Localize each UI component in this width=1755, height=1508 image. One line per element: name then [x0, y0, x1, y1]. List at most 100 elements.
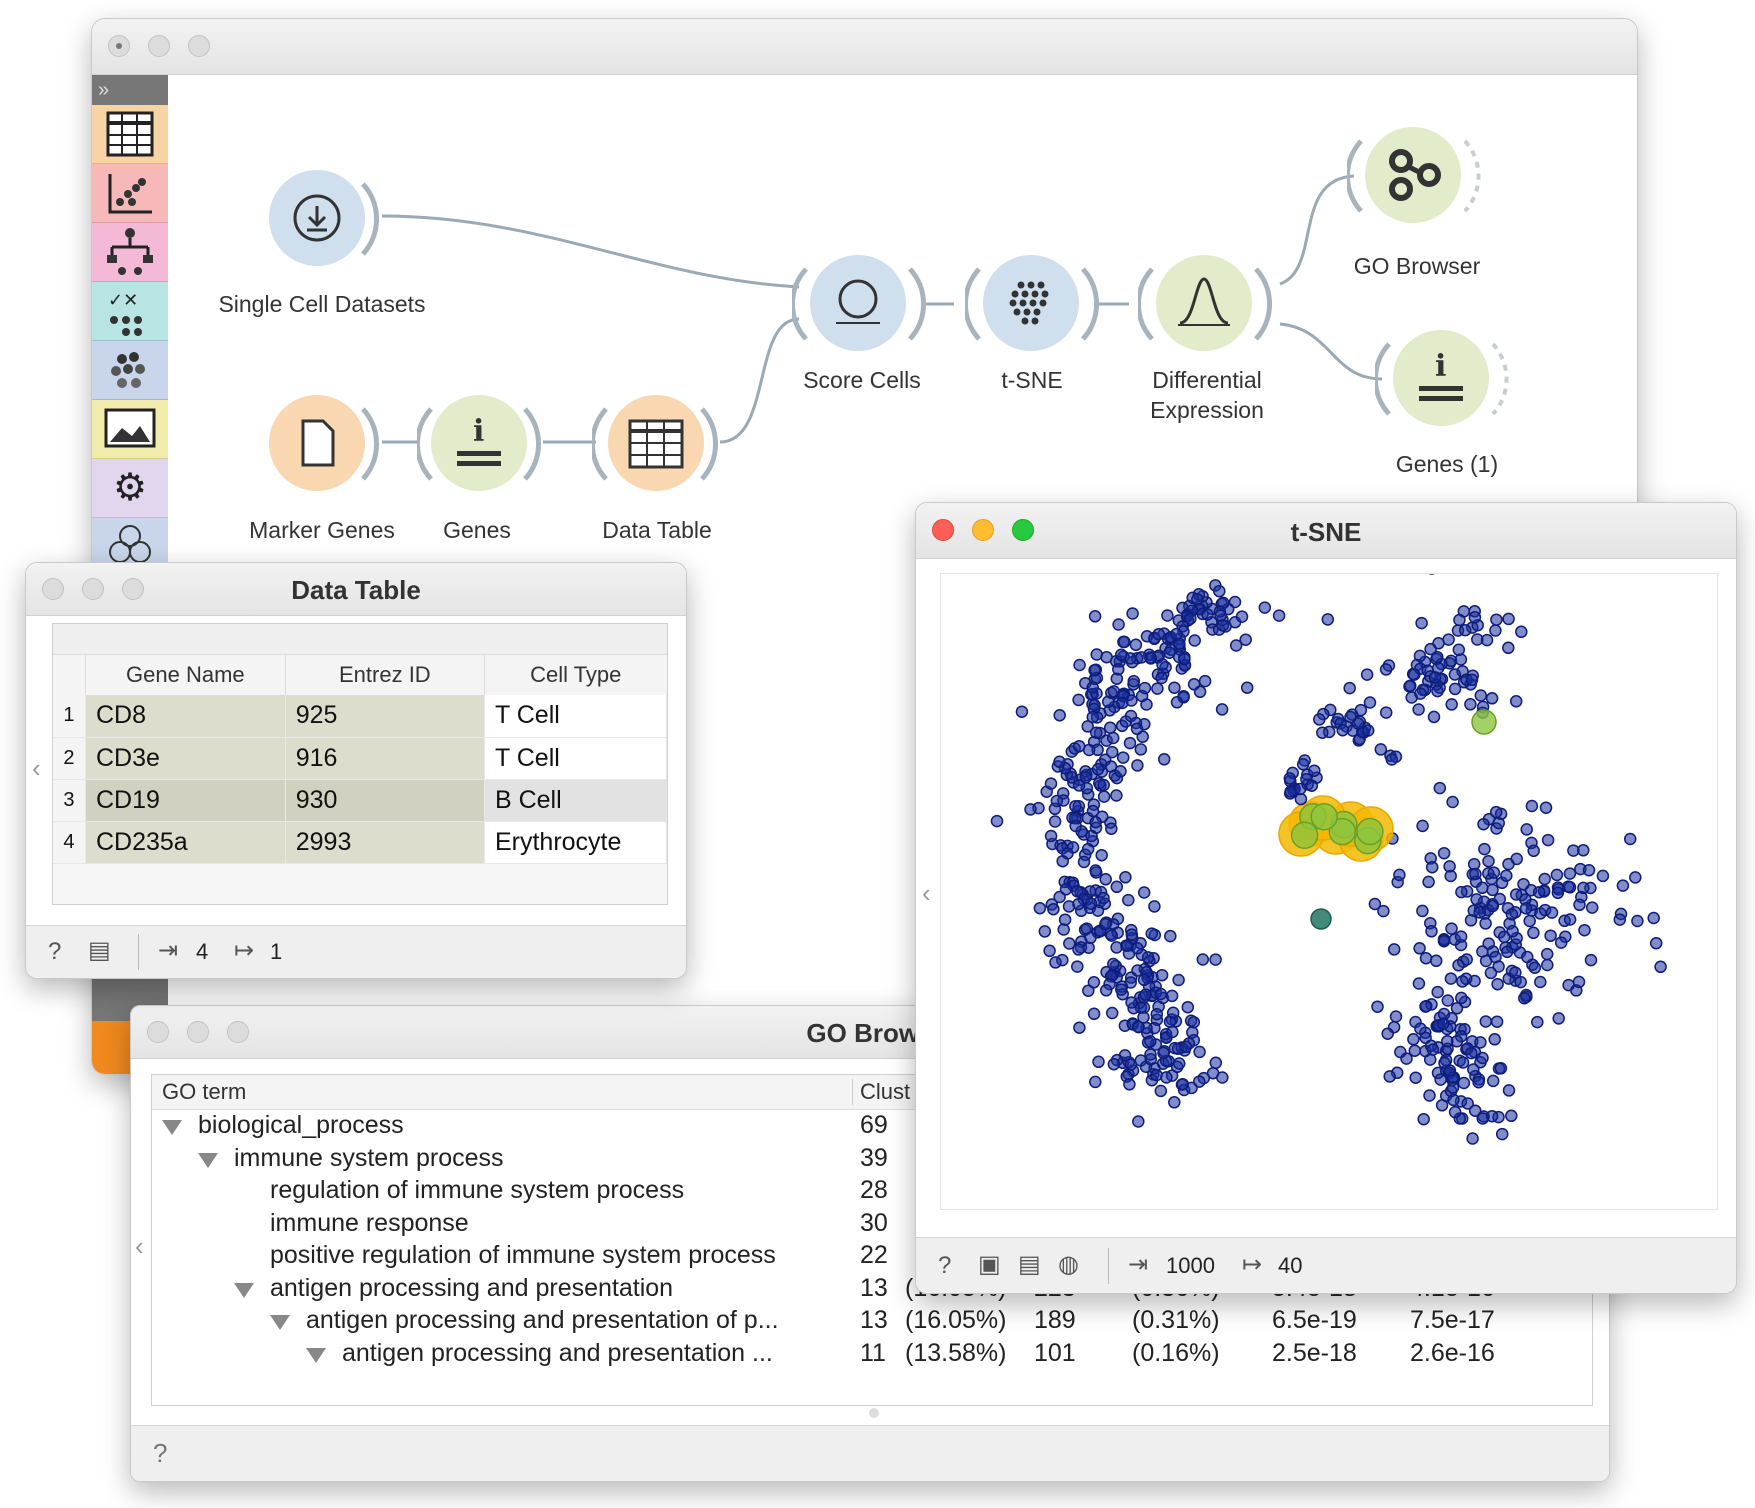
tsne-point: [1412, 703, 1425, 716]
tsne-point: [1107, 1057, 1121, 1071]
tsne-point: [1381, 1027, 1394, 1040]
expand-triangle-icon[interactable]: [234, 1282, 254, 1298]
node-genes-1[interactable]: i: [1373, 324, 1515, 434]
tsne-point: [1157, 753, 1171, 766]
node-genes[interactable]: i: [415, 389, 547, 499]
cell-gene-name[interactable]: CD8: [85, 695, 286, 738]
tsne-point: [1361, 724, 1375, 737]
table-row[interactable]: 3 CD19 930 B Cell: [53, 779, 668, 822]
node-differential-expression[interactable]: [1136, 249, 1288, 359]
tsne-point: [1502, 641, 1515, 655]
table-row[interactable]: 4 CD235a 2993 Erythrocyte: [53, 821, 668, 864]
row-number[interactable]: 3: [53, 779, 86, 822]
tsne-point: [1577, 881, 1590, 895]
tsne-point: [1413, 942, 1426, 955]
expand-triangle-icon[interactable]: [270, 1315, 290, 1330]
row-number[interactable]: 2: [53, 737, 86, 780]
cell-entrez-id[interactable]: 916: [285, 737, 485, 780]
tsne-point: [1468, 611, 1482, 624]
tsne-point: [1071, 960, 1084, 973]
col-entrez-id[interactable]: Entrez ID: [285, 655, 485, 695]
help-icon[interactable]: ?: [153, 1438, 167, 1469]
table-row[interactable]: 2 CD3e 916 T Cell: [53, 737, 668, 780]
tsne-point: [1424, 642, 1437, 656]
tsne-point: [1473, 906, 1486, 919]
cell-gene-name[interactable]: CD3e: [85, 737, 286, 780]
tsne-point: [1116, 696, 1129, 710]
save-icon[interactable]: ▣: [978, 1250, 1001, 1279]
tsne-point: [1433, 781, 1447, 795]
tsne-point: [1179, 1040, 1193, 1054]
tsne-point: [1310, 908, 1332, 930]
expand-triangle-icon[interactable]: [162, 1120, 182, 1135]
tsne-point: [1613, 913, 1627, 926]
cell-cell-type[interactable]: B Cell: [484, 779, 668, 822]
tsne-point: [1084, 897, 1098, 910]
node-marker-genes[interactable]: [267, 389, 387, 499]
node-go-browser[interactable]: [1345, 121, 1487, 231]
cell-cell-type[interactable]: T Cell: [484, 737, 668, 780]
tsne-point: [1272, 609, 1286, 622]
left-collapse-icon[interactable]: ‹: [32, 753, 41, 784]
tsne-point: [1099, 873, 1112, 886]
tsne-point: [1193, 685, 1207, 699]
tsne-point: [1156, 658, 1169, 671]
node-data-table[interactable]: [590, 389, 722, 499]
go-tree-row[interactable]: antigen processing and presentation of p…: [152, 1304, 1592, 1340]
cell-entrez-id[interactable]: 925: [285, 695, 485, 738]
data-grid[interactable]: Gene Name Entrez ID Cell Type 1 CD8 925 T C…: [53, 655, 668, 864]
left-collapse-icon[interactable]: ‹: [135, 1231, 144, 1262]
tsne-point: [1616, 879, 1630, 892]
node-tsne[interactable]: [963, 249, 1105, 359]
cell-cell-type[interactable]: T Cell: [484, 695, 668, 738]
tsne-point: [1476, 1112, 1489, 1125]
output-icon: ↦: [234, 937, 255, 964]
tsne-point: [1082, 743, 1096, 757]
help-icon[interactable]: ?: [938, 1252, 951, 1280]
left-collapse-icon[interactable]: ‹: [922, 878, 931, 909]
tsne-point: [1308, 764, 1321, 777]
tsne-point: [1472, 1075, 1485, 1089]
tsne-point: [1471, 709, 1497, 735]
cell-gene-name[interactable]: CD235a: [85, 821, 286, 864]
tsne-point: [1379, 663, 1393, 676]
tsne-point: [1454, 930, 1468, 943]
col-cell-type[interactable]: Cell Type: [484, 655, 666, 695]
tsne-point: [1310, 802, 1338, 831]
col-cluster[interactable]: Clust: [860, 1079, 910, 1105]
tsne-point: [1482, 937, 1495, 950]
tsne-point: [1131, 942, 1144, 955]
row-number[interactable]: 4: [53, 821, 86, 864]
tsne-point: [1527, 844, 1540, 858]
go-tree-row[interactable]: antigen processing and presentation ... 1…: [152, 1337, 1592, 1373]
node-label-genes-1: Genes (1): [1395, 451, 1499, 477]
node-single-cell-datasets[interactable]: [267, 164, 379, 274]
tsne-point: [1127, 674, 1141, 688]
cell-entrez-id[interactable]: 2993: [285, 821, 485, 864]
go-term-label: immune response: [270, 1208, 469, 1237]
row-number[interactable]: 1: [53, 695, 86, 738]
corner-cell[interactable]: [53, 655, 86, 695]
cell-entrez-id[interactable]: 930: [285, 779, 485, 822]
go-term-label: positive regulation of immune system pro…: [270, 1241, 776, 1269]
report-icon[interactable]: ▤: [1018, 1250, 1041, 1279]
cell-cell-type[interactable]: Erythrocyte: [484, 821, 668, 864]
cell-gene-name[interactable]: CD19: [85, 779, 286, 822]
expand-triangle-icon[interactable]: [198, 1152, 218, 1168]
tsne-scatter-plot[interactable]: [941, 520, 1717, 1209]
go-p-value: 6.5e-19: [1272, 1306, 1357, 1334]
expand-triangle-icon[interactable]: [306, 1347, 326, 1363]
col-go-term[interactable]: GO term: [162, 1079, 246, 1105]
tsne-point: [1137, 1011, 1150, 1024]
tsne-point: [1086, 681, 1099, 694]
tsne-point: [1081, 842, 1095, 856]
tsne-point: [1631, 914, 1644, 928]
node-score-cells[interactable]: [790, 249, 932, 359]
table-row[interactable]: 1 CD8 925 T Cell: [53, 695, 668, 738]
help-icon[interactable]: ?: [48, 938, 61, 966]
tsne-point: [1500, 869, 1513, 882]
go-term-label: biological_process: [198, 1111, 404, 1139]
report-icon[interactable]: ▤: [88, 936, 111, 965]
palette-icon[interactable]: ◍: [1058, 1250, 1079, 1279]
col-gene-name[interactable]: Gene Name: [85, 655, 286, 695]
